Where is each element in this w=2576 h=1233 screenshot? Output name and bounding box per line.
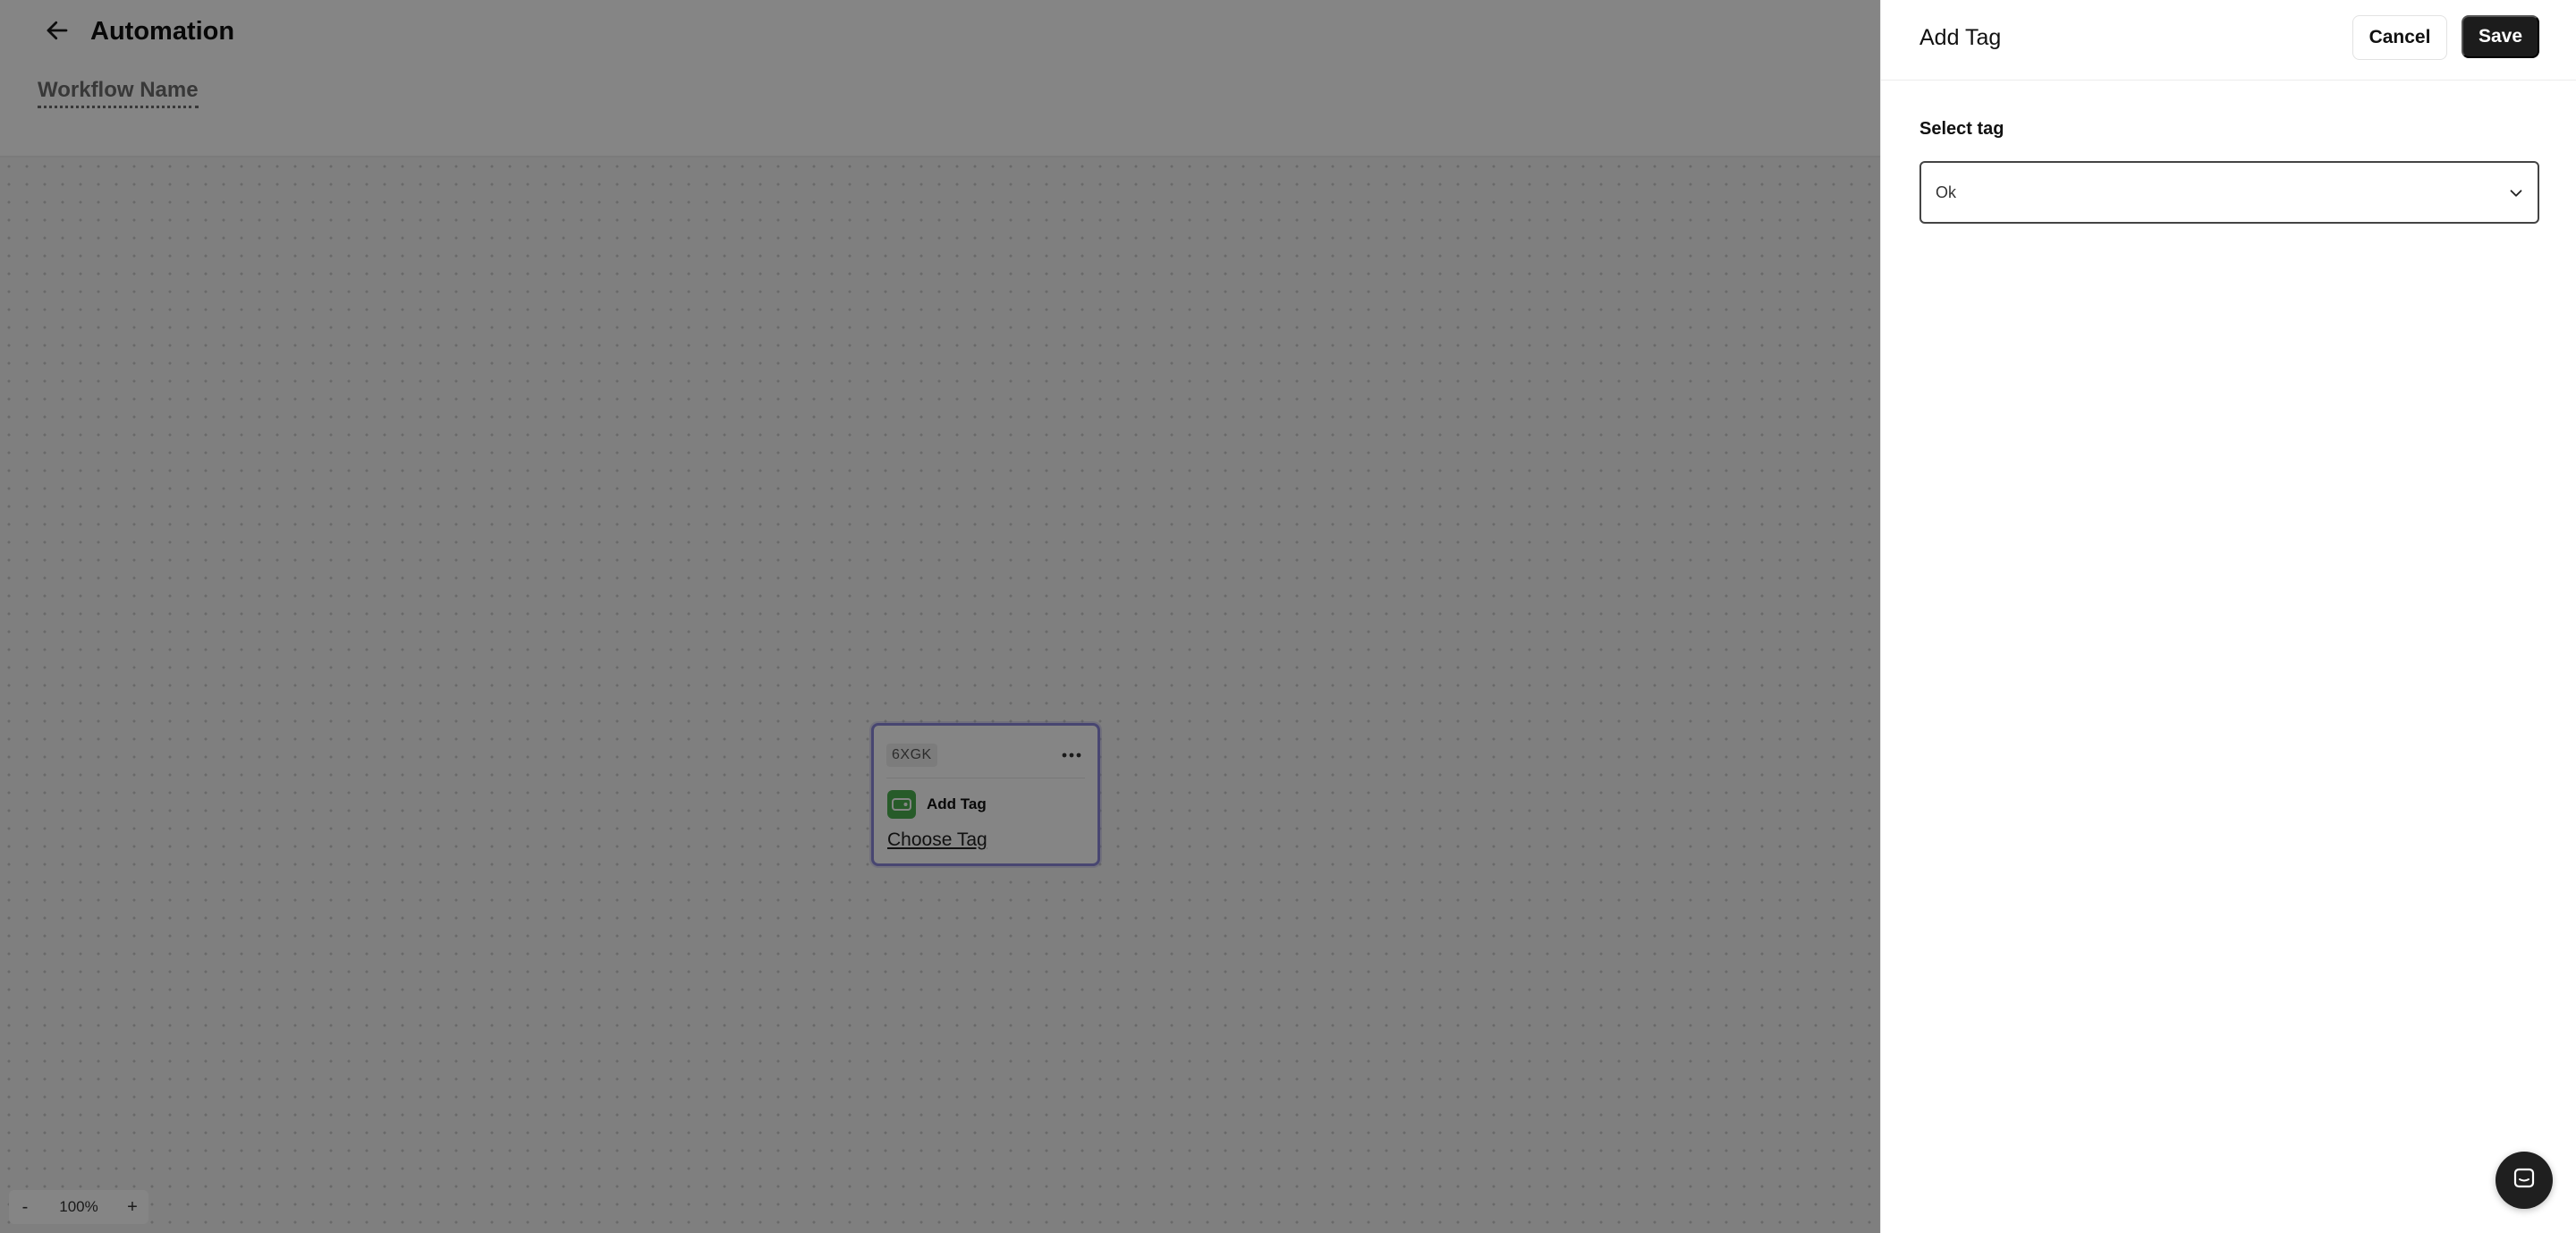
drawer-title: Add Tag [1919, 25, 2002, 50]
tag-select-value: Ok [1936, 183, 1957, 201]
modal-backdrop[interactable] [0, 0, 1880, 1233]
cancel-button[interactable]: Cancel [2352, 15, 2447, 60]
select-tag-label: Select tag [1919, 119, 2004, 139]
chat-launcher-button[interactable] [2496, 1152, 2553, 1209]
tag-select[interactable]: Ok [1919, 161, 2539, 224]
add-tag-drawer: Add Tag Cancel Save Select tag Ok [1880, 0, 2576, 1233]
chevron-down-icon [2505, 183, 2527, 204]
drawer-header: Add Tag Cancel Save [1881, 0, 2576, 81]
chat-icon [2511, 1165, 2538, 1196]
save-button[interactable]: Save [2462, 15, 2539, 58]
